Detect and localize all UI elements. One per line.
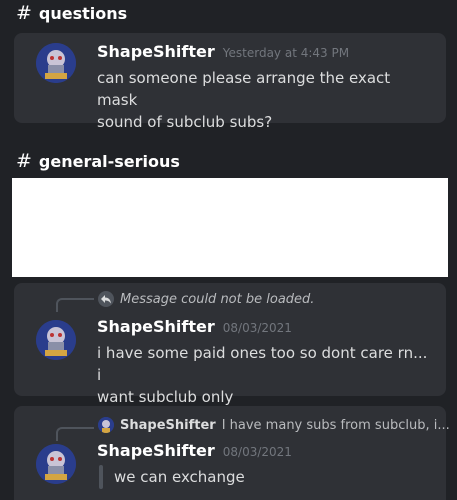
reply-avatar (98, 417, 114, 433)
timestamp[interactable]: 08/03/2021 (223, 445, 292, 459)
message-text: i have some paid ones too so dont care r… (97, 342, 432, 408)
message-header: ShapeShifter Yesterday at 4:43 PM (97, 42, 349, 61)
message-header: ShapeShifter 08/03/2021 (97, 317, 292, 336)
message-line: sound of subclub subs? (97, 113, 273, 131)
reply-text: Message could not be loaded. (120, 291, 315, 307)
username[interactable]: ShapeShifter (97, 317, 215, 336)
avatar-image (36, 43, 76, 83)
channel-name: questions (38, 3, 128, 23)
message-line: want subclub only (97, 388, 234, 406)
channel-header-general-serious[interactable]: # general-serious (16, 149, 180, 173)
reply-spine (56, 298, 94, 312)
message-card: ShapeShifter I have many subs from subcl… (14, 406, 450, 500)
redacted-block (12, 178, 448, 277)
reply-arrow-icon (98, 291, 114, 307)
reply-reference[interactable]: Message could not be loaded. (98, 291, 314, 307)
timestamp[interactable]: 08/03/2021 (223, 321, 292, 335)
avatar-image (36, 444, 76, 484)
avatar[interactable] (36, 320, 76, 360)
message-text: can someone please arrange the exact mas… (97, 67, 432, 133)
message-header: ShapeShifter 08/03/2021 (97, 441, 292, 460)
hash-icon: # (16, 2, 32, 24)
quote-bar (99, 465, 103, 489)
reply-text: I have many subs from subclub, i... (221, 417, 450, 433)
message-card: ShapeShifter Yesterday at 4:43 PM can so… (14, 33, 446, 131)
hash-icon: # (16, 150, 32, 172)
avatar[interactable] (36, 444, 76, 484)
avatar-image (36, 320, 76, 360)
username[interactable]: ShapeShifter (97, 42, 215, 61)
avatar[interactable] (36, 43, 76, 83)
message-line: i have some paid ones too so dont care r… (97, 344, 428, 384)
reply-reference[interactable]: ShapeShifter I have many subs from subcl… (98, 417, 450, 433)
reply-spine (56, 427, 94, 441)
reply-username: ShapeShifter (120, 417, 216, 433)
message-line: we can exchange (114, 468, 245, 486)
timestamp[interactable]: Yesterday at 4:43 PM (223, 46, 349, 60)
username[interactable]: ShapeShifter (97, 441, 215, 460)
channel-name: general-serious (38, 151, 180, 171)
message-card: Message could not be loaded. ShapeShifte… (14, 283, 446, 406)
message-text: we can exchange (114, 466, 449, 488)
message-line: can someone please arrange the exact mas… (97, 69, 391, 109)
channel-header-questions[interactable]: # questions (16, 1, 127, 25)
